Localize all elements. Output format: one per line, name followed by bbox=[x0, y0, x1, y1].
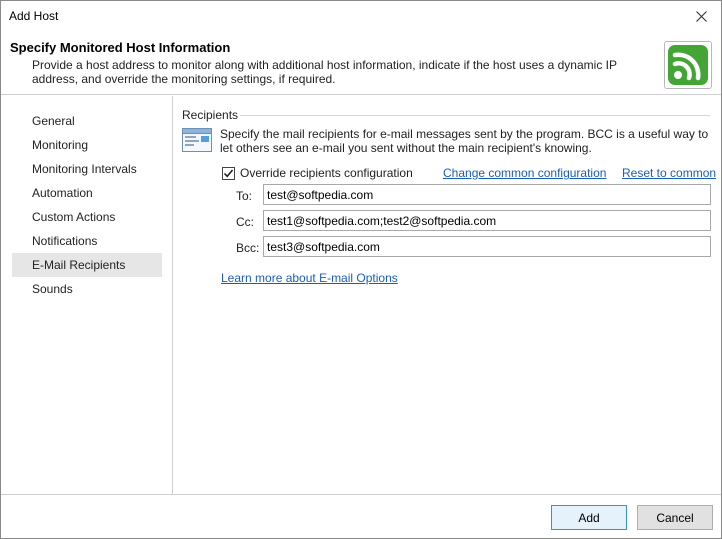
dialog-header: Specify Monitored Host Information Provi… bbox=[1, 32, 721, 95]
sidebar-item-monitoring[interactable]: Monitoring bbox=[12, 133, 162, 157]
bcc-input[interactable] bbox=[263, 236, 711, 257]
to-input[interactable] bbox=[263, 184, 711, 205]
learn-more-email-options-link[interactable]: Learn more about E-mail Options bbox=[221, 271, 398, 285]
sidebar-item-email-recipients[interactable]: E-Mail Recipients bbox=[12, 253, 162, 277]
sidebar-item-custom-actions[interactable]: Custom Actions bbox=[12, 205, 162, 229]
recipients-group-label: Recipients bbox=[182, 108, 239, 122]
email-recipients-panel: Recipients Specify the mail recipients f… bbox=[174, 96, 721, 494]
to-label: To: bbox=[236, 189, 253, 203]
mail-settings-icon bbox=[182, 128, 212, 152]
sidebar-item-sounds[interactable]: Sounds bbox=[12, 277, 162, 301]
cc-label: Cc: bbox=[236, 215, 254, 229]
title-bar: Add Host bbox=[1, 1, 721, 32]
change-common-configuration-link[interactable]: Change common configuration bbox=[443, 166, 606, 180]
add-host-dialog: Add Host Specify Monitored Host Informat… bbox=[0, 0, 722, 539]
wireless-logo-icon bbox=[664, 41, 712, 89]
add-button[interactable]: Add bbox=[551, 505, 627, 530]
group-divider bbox=[240, 115, 710, 116]
header-title: Specify Monitored Host Information bbox=[10, 40, 231, 55]
close-icon bbox=[695, 11, 707, 22]
close-button[interactable] bbox=[681, 1, 721, 32]
override-recipients-label: Override recipients configuration bbox=[240, 166, 413, 180]
cc-input[interactable] bbox=[263, 210, 711, 231]
reset-to-common-link[interactable]: Reset to common bbox=[622, 166, 716, 180]
cancel-button[interactable]: Cancel bbox=[637, 505, 713, 530]
checkmark-icon bbox=[223, 168, 234, 177]
sidebar-item-automation[interactable]: Automation bbox=[12, 181, 162, 205]
bcc-label: Bcc: bbox=[236, 241, 260, 255]
sidebar-item-general[interactable]: General bbox=[12, 109, 162, 133]
window-title: Add Host bbox=[9, 9, 59, 23]
settings-sidebar: General Monitoring Monitoring Intervals … bbox=[1, 96, 173, 494]
recipients-description: Specify the mail recipients for e-mail m… bbox=[220, 127, 709, 155]
override-recipients-row: Override recipients configuration bbox=[222, 165, 413, 181]
sidebar-item-monitoring-intervals[interactable]: Monitoring Intervals bbox=[12, 157, 162, 181]
override-recipients-checkbox[interactable] bbox=[222, 166, 235, 180]
sidebar-item-notifications[interactable]: Notifications bbox=[12, 229, 162, 253]
dialog-footer: Add Cancel bbox=[1, 494, 721, 538]
header-description: Provide a host address to monitor along … bbox=[32, 58, 617, 86]
